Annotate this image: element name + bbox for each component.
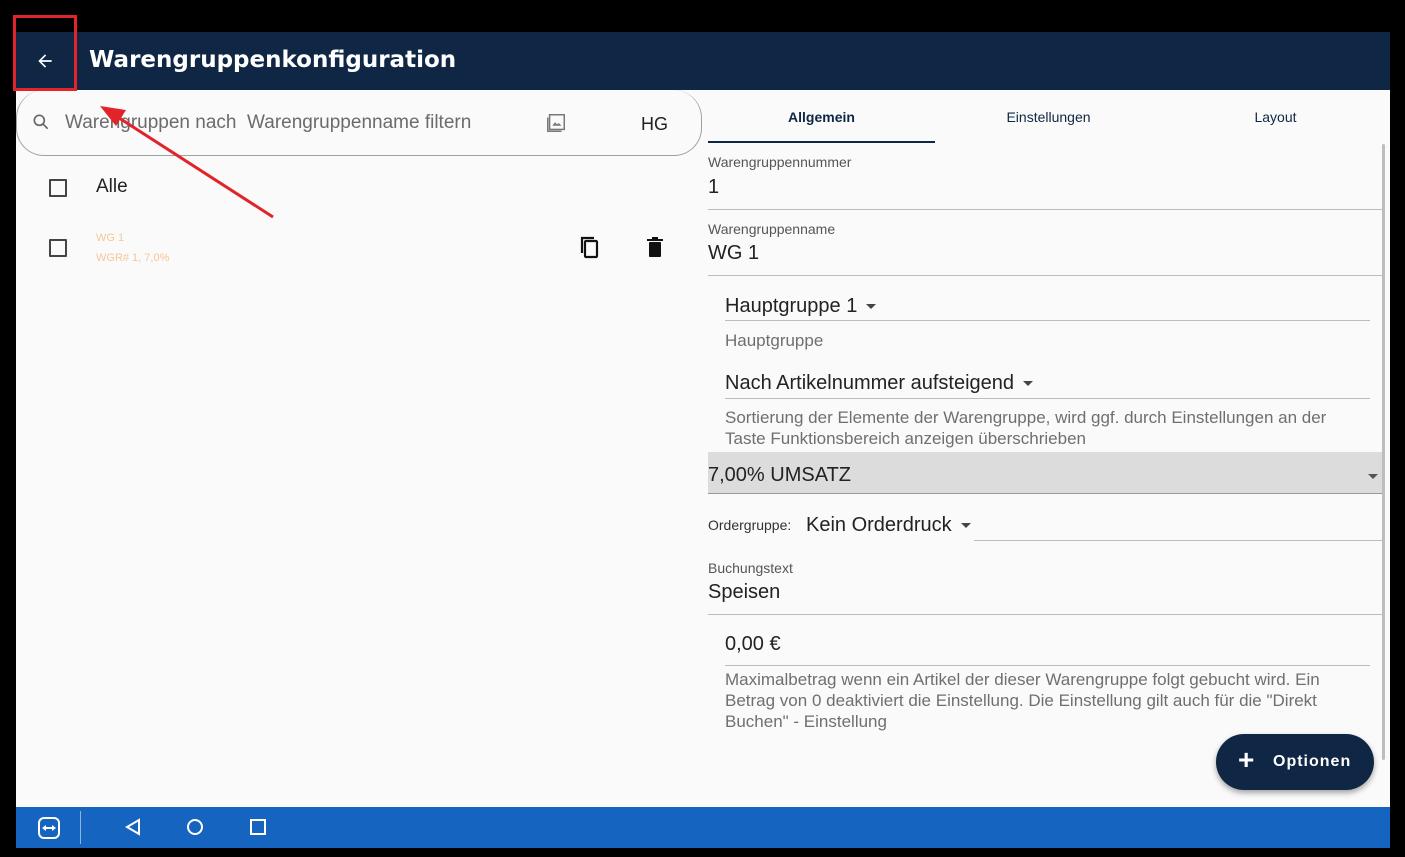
hg-filter-button[interactable]: HG [641,114,668,135]
copy-icon[interactable] [579,236,601,260]
sorting-select[interactable]: Nach Artikelnummer aufsteigend [725,372,1034,395]
dropdown-caret-icon [960,523,971,529]
booking-text-underline [708,614,1382,615]
nav-home-icon[interactable] [186,818,204,836]
booking-text-label: Buchungstext [708,560,793,576]
main-group-underline [725,320,1370,321]
system-nav-bar [16,807,1390,848]
active-tab-indicator [708,141,935,143]
select-all-label: Alle [96,176,128,197]
sorting-underline [725,398,1370,399]
app-bar: Warengruppenkonfiguration [16,32,1390,90]
tax-select[interactable]: 7,00% UMSATZ [708,452,1382,494]
group-number-underline [708,209,1382,210]
order-group-value: Kein Orderdruck [806,514,952,536]
search-input[interactable] [65,110,515,136]
tax-value: 7,00% UMSATZ [708,464,851,486]
max-amount-field[interactable]: 0,00 € [725,633,781,656]
main-group-helper: Hauptgruppe [725,331,824,350]
page-title: Warengruppenkonfiguration [89,47,457,73]
tab-layout[interactable]: Layout [1162,90,1389,144]
order-group-select[interactable]: Kein Orderdruck [806,514,971,537]
delete-icon[interactable] [646,236,664,258]
main-group-value: Hauptgruppe 1 [725,295,858,317]
list-item-name[interactable]: WG 1 [96,232,124,244]
app-screen: Warengruppenkonfiguration HG Alle WG 1 W… [16,32,1390,848]
select-all-checkbox[interactable] [49,179,67,197]
scrollbar[interactable] [1382,144,1385,760]
tab-allgemein[interactable]: Allgemein [708,90,935,144]
image-filter-icon[interactable] [545,112,567,134]
group-number-label: Warengruppennummer [708,154,852,170]
tab-bar: Allgemein Einstellungen Layout [708,90,1390,144]
group-name-field[interactable]: WG 1 [708,242,759,265]
nav-back-icon[interactable] [124,818,142,836]
group-name-label: Warengruppenname [708,221,836,237]
annotation-highlight-box [13,15,77,91]
group-name-underline [708,275,1382,276]
max-amount-helper: Maximalbetrag wenn ein Artikel der diese… [725,670,1320,731]
main-group-select[interactable]: Hauptgruppe 1 [725,295,877,318]
options-label: Optionen [1273,753,1352,770]
item-checkbox[interactable] [49,239,67,257]
nav-recents-icon[interactable] [250,819,266,835]
sorting-value: Nach Artikelnummer aufsteigend [725,372,1015,394]
teamviewer-icon[interactable] [38,817,60,839]
order-group-label: Ordergruppe: [708,517,792,533]
nav-divider [80,811,81,844]
dropdown-caret-icon [866,304,877,310]
max-amount-underline [725,665,1370,666]
dropdown-caret-icon [1023,381,1034,387]
booking-text-field[interactable]: Speisen [708,581,780,604]
dropdown-caret-icon [1368,474,1378,479]
group-number-field[interactable]: 1 [708,176,719,199]
sorting-helper: Sortierung der Elemente der Warengruppe,… [725,408,1327,448]
tab-einstellungen[interactable]: Einstellungen [935,90,1162,144]
search-bar: HG [16,90,702,156]
search-icon [33,114,49,130]
tax-underline [708,493,1382,494]
options-fab-button[interactable]: + Optionen [1216,734,1374,790]
plus-icon: + [1238,744,1255,775]
list-item-details: WGR# 1, 7,0% [96,252,170,264]
order-group-underline [974,540,1382,541]
